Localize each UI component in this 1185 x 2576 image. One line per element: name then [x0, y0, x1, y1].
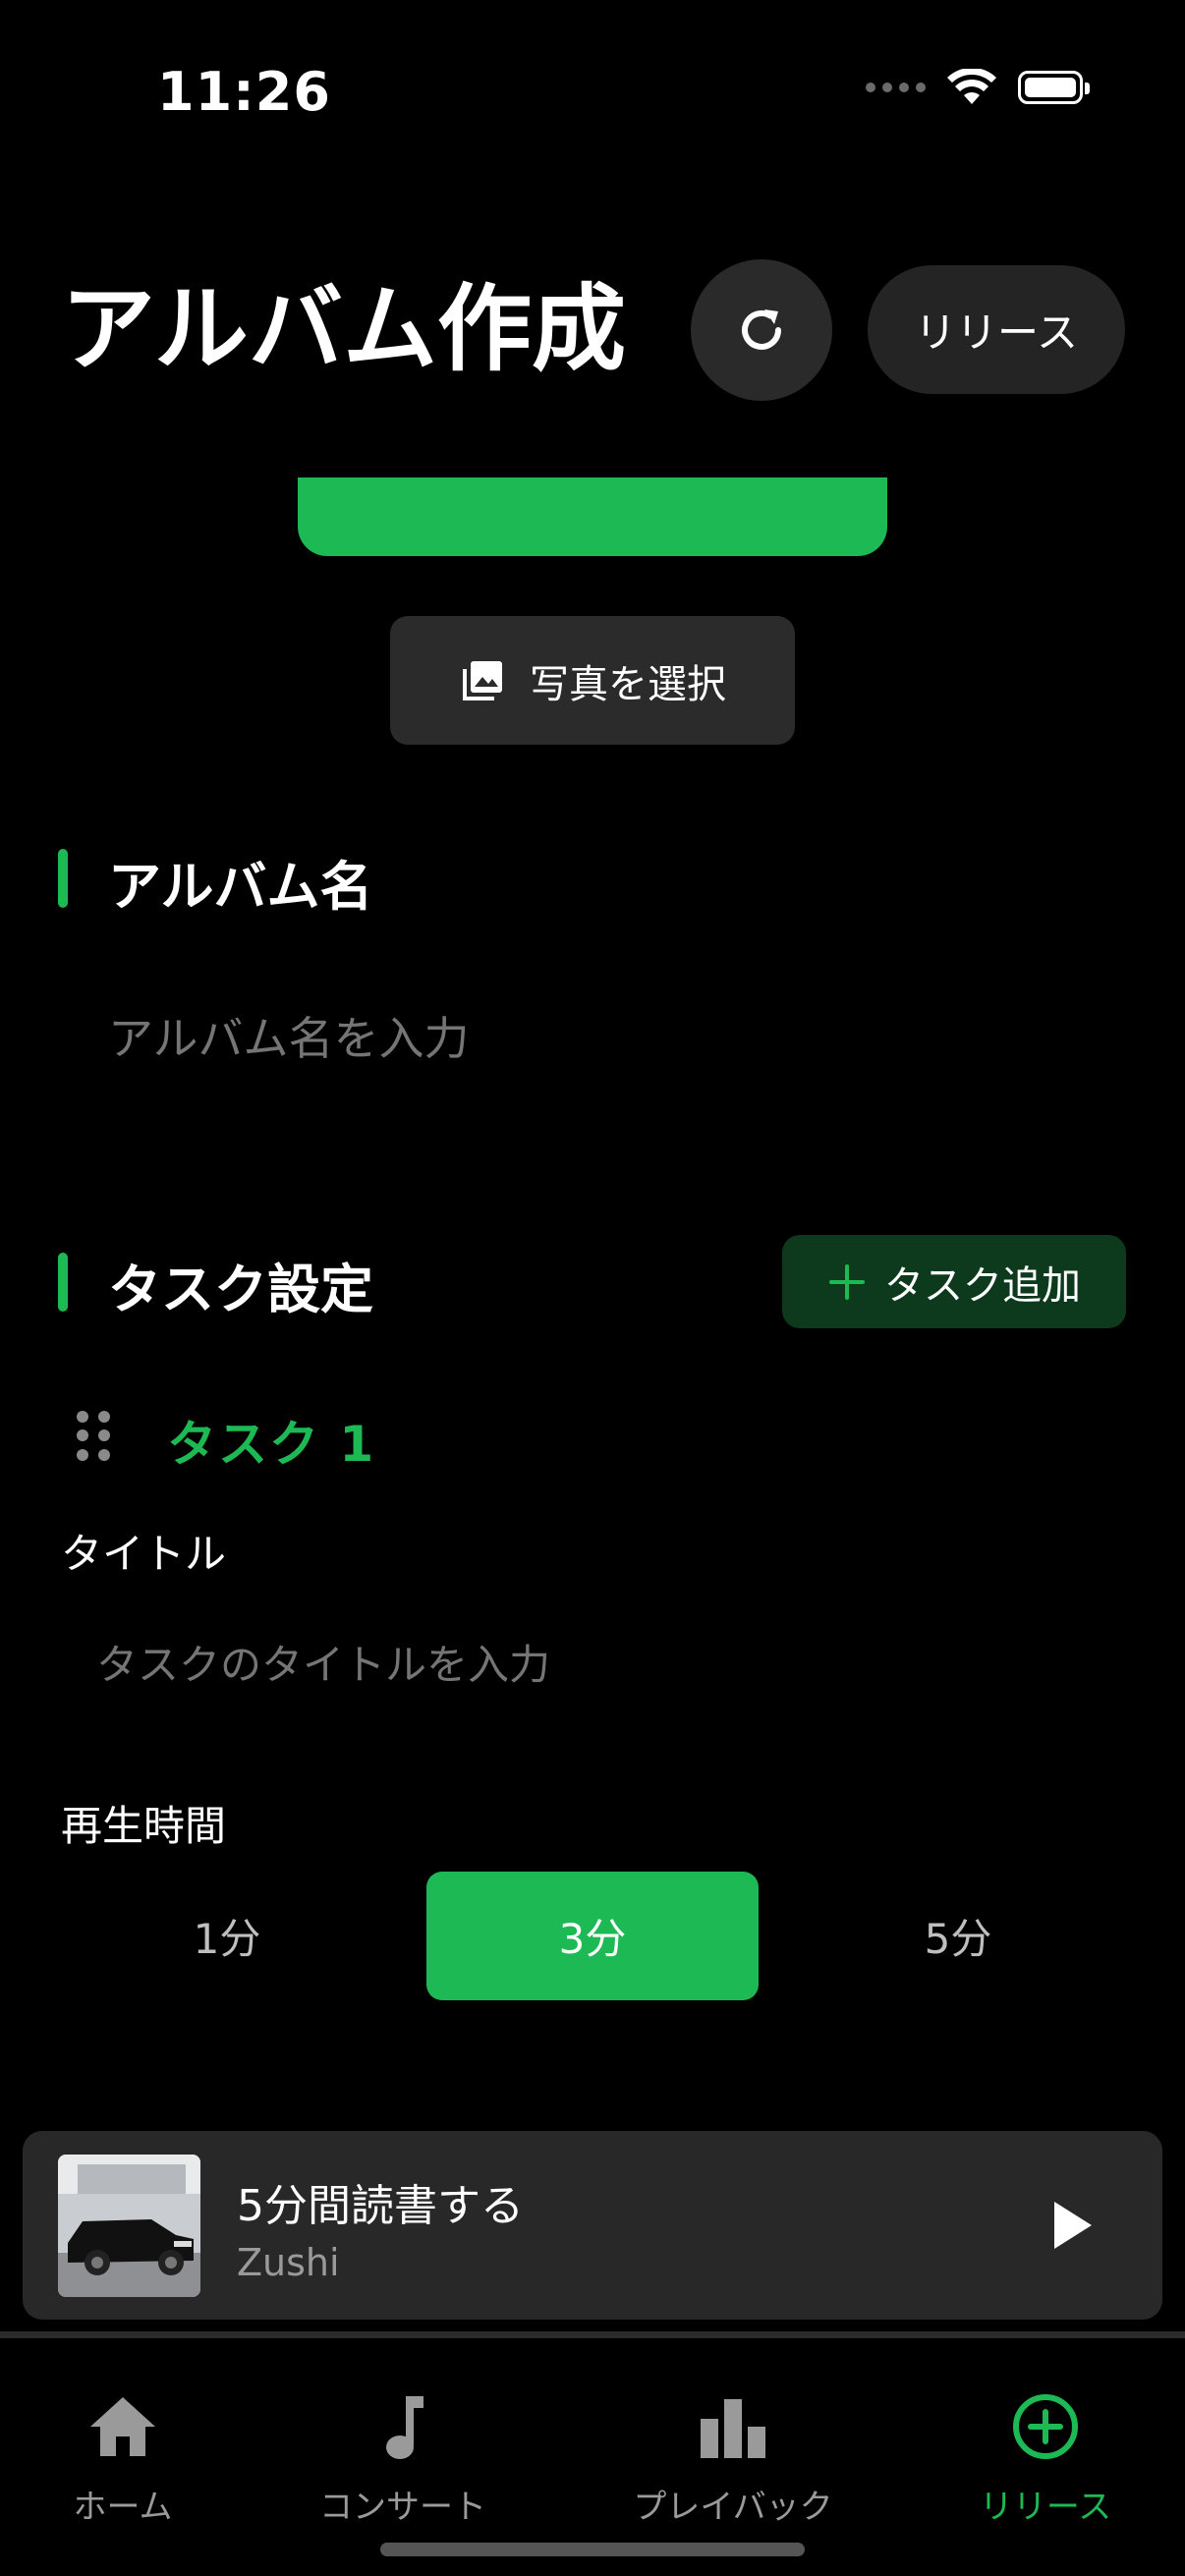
release-button[interactable]: リリース: [868, 265, 1125, 394]
tab-concert[interactable]: コンサート: [275, 2387, 531, 2528]
tab-playback[interactable]: プレイバック: [605, 2387, 861, 2528]
task-label: タスク 1: [167, 1416, 376, 1473]
duration-option-5min[interactable]: 5分: [792, 1872, 1124, 2000]
refresh-button[interactable]: [691, 259, 832, 401]
now-playing-title: 5分間読書する: [237, 2181, 524, 2231]
plus-circle-icon: [1006, 2387, 1085, 2466]
select-photo-label: 写真を選択: [530, 661, 726, 707]
duration-label: 再生時間: [61, 1802, 227, 1850]
title-field-label: タイトル: [61, 1530, 227, 1578]
duration-option-1min[interactable]: 1分: [61, 1872, 393, 2000]
tab-release[interactable]: リリース: [918, 2387, 1173, 2528]
refresh-icon: [742, 309, 781, 350]
album-artwork: [58, 2155, 200, 2297]
battery-icon: [1018, 71, 1090, 104]
task-title-input[interactable]: [96, 1641, 1079, 1689]
add-task-button[interactable]: タスク追加: [782, 1235, 1126, 1328]
task-settings-heading: タスク設定: [108, 1259, 373, 1320]
tab-concert-label: コンサート: [319, 2488, 486, 2527]
bar-chart-icon: [694, 2387, 772, 2466]
tab-home[interactable]: ホーム: [0, 2387, 251, 2528]
tab-release-label: リリース: [979, 2488, 1112, 2527]
tab-playback-label: プレイバック: [633, 2488, 833, 2527]
photo-library-icon: [463, 660, 502, 700]
play-button[interactable]: [1035, 2188, 1109, 2263]
album-name-heading: アルバム名: [108, 856, 373, 918]
status-icons: [866, 69, 1090, 106]
add-task-label: タスク追加: [884, 1262, 1081, 1309]
music-note-icon: [364, 2387, 442, 2466]
home-icon: [84, 2387, 162, 2466]
duration-option-3min[interactable]: 3分: [426, 1872, 759, 2000]
status-time: 11:26: [157, 61, 331, 123]
tab-bar-divider: [0, 2331, 1185, 2338]
plus-icon: [829, 1263, 865, 1300]
section-accent-bar: [58, 1253, 68, 1312]
select-photo-button[interactable]: 写真を選択: [390, 616, 795, 745]
album-cover-placeholder: [298, 477, 887, 556]
tab-home-label: ホーム: [73, 2488, 173, 2527]
cellular-signal-icon: [866, 83, 926, 92]
now-playing-artist: Zushi: [237, 2241, 340, 2284]
home-indicator[interactable]: [380, 2543, 805, 2556]
play-icon: [1054, 2202, 1092, 2249]
now-playing-bar[interactable]: 5分間読書する Zushi: [23, 2131, 1162, 2320]
wifi-icon: [947, 69, 996, 104]
page-title: アルバム作成: [61, 274, 627, 384]
section-accent-bar: [58, 849, 68, 908]
drag-handle-icon[interactable]: [77, 1411, 112, 1462]
album-name-input[interactable]: [108, 1012, 1091, 1065]
